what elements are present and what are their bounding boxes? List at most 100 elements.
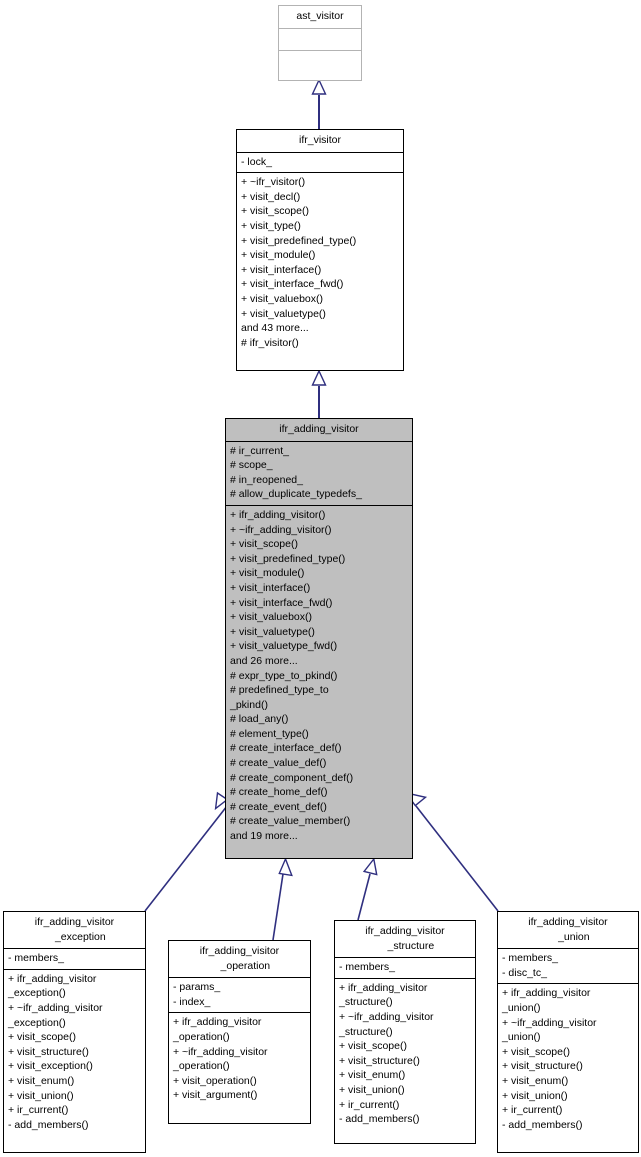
class-node-ifr-adding-visitor-structure[interactable]: ifr_adding_visitor _structure - members_… xyxy=(334,920,476,1144)
class-node-ifr-adding-visitor[interactable]: ifr_adding_visitor # ir_current_ # scope_… xyxy=(225,418,413,859)
class-member: + visit_operation() xyxy=(173,1074,257,1087)
class-node-ifr-adding-visitor-exception[interactable]: ifr_adding_visitor _exception - members_… xyxy=(3,911,146,1153)
class-member: - members_ xyxy=(339,961,396,974)
class-member: # create_home_def() xyxy=(230,786,328,799)
class-name: ifr_adding_visitor _exception xyxy=(34,916,115,943)
class-member: + visit_valuetype() xyxy=(241,307,326,320)
class-member: + visit_exception() xyxy=(8,1060,93,1073)
edge-ifr_adding_visitor_operation-to-ifr_adding_visitor xyxy=(272,857,293,941)
class-member: # create_value_def() xyxy=(230,757,327,770)
class-member: + visit_structure() xyxy=(339,1054,420,1067)
class-node-ifr-adding-visitor-union[interactable]: ifr_adding_visitor _union - members_ - di… xyxy=(497,911,639,1153)
class-operations-ast-visitor xyxy=(279,49,361,72)
class-member: + visit_valuebox() xyxy=(241,292,323,305)
class-member: + visit_union() xyxy=(339,1083,405,1096)
edge-ifr_adding_visitor_structure-to-ifr_adding_visitor xyxy=(357,857,378,921)
class-operations-ifr-adding-visitor-exception: + ifr_adding_visitor _exception() + ~ifr_a… xyxy=(4,968,145,1136)
class-member: + visit_enum() xyxy=(502,1074,569,1087)
class-member: # element_type() xyxy=(230,727,309,740)
class-member: _structure() xyxy=(339,996,393,1009)
edge-ifr_adding_visitor_exception-to-ifr_adding_visitor xyxy=(144,791,229,912)
class-member: + visit_scope() xyxy=(8,1031,76,1044)
class-member: + ~ifr_adding_visitor xyxy=(339,1010,434,1023)
edge-ifr_adding_visitor-to-ifr_visitor xyxy=(311,369,327,418)
class-member: + ifr_adding_visitor xyxy=(339,981,428,994)
class-member: + visit_scope() xyxy=(241,205,309,218)
class-member: + visit_scope() xyxy=(502,1045,570,1058)
class-member: + ~ifr_adding_visitor() xyxy=(230,523,332,536)
class-attributes-ifr-adding-visitor-union: - members_ - disc_tc_ xyxy=(498,948,638,983)
class-name: ifr_adding_visitor _union xyxy=(528,916,608,943)
class-title-ifr-adding-visitor-union: ifr_adding_visitor _union xyxy=(498,912,638,948)
class-member: + ~ifr_adding_visitor xyxy=(173,1045,268,1058)
class-node-ifr-adding-visitor-operation[interactable]: ifr_adding_visitor _operation - params_ -… xyxy=(168,940,311,1124)
class-name: ifr_adding_visitor xyxy=(279,423,359,435)
class-member: _union() xyxy=(502,1031,541,1044)
class-member: # create_value_member() xyxy=(230,815,351,828)
edge-ifr_visitor-to-ast_visitor xyxy=(311,78,327,129)
class-member: and 26 more... xyxy=(230,654,298,667)
class-member: + ifr_adding_visitor xyxy=(8,972,97,985)
class-member: # allow_duplicate_typedefs_ xyxy=(230,488,362,501)
class-member: # create_component_def() xyxy=(230,771,354,784)
class-member: + ir_current() xyxy=(339,1098,400,1111)
class-member: + visit_interface_fwd() xyxy=(241,278,344,291)
class-operations-ifr-adding-visitor-union: + ifr_adding_visitor _union() + ~ifr_addin… xyxy=(498,983,638,1135)
class-member: - add_members() xyxy=(502,1118,583,1131)
class-member: + visit_enum() xyxy=(339,1069,406,1082)
class-member: # expr_type_to_pkind() xyxy=(230,669,338,682)
class-attributes-ifr-adding-visitor: # ir_current_ # scope_ # in_reopened_ # all… xyxy=(226,440,412,505)
class-member: + ifr_adding_visitor() xyxy=(230,508,326,521)
class-operations-ifr-adding-visitor-structure: + ifr_adding_visitor _structure() + ~ifr_a… xyxy=(335,977,475,1130)
class-member: + ir_current() xyxy=(502,1104,563,1117)
class-member: - index_ xyxy=(173,995,211,1008)
class-node-ast-visitor[interactable]: ast_visitor xyxy=(278,5,362,81)
class-member: _exception() xyxy=(8,1016,66,1029)
class-member: and 19 more... xyxy=(230,830,298,843)
class-member: + visit_scope() xyxy=(339,1040,407,1053)
class-attributes-ifr-adding-visitor-operation: - params_ - index_ xyxy=(169,977,310,1012)
class-member: _structure() xyxy=(339,1025,393,1038)
class-member: + ~ifr_visitor() xyxy=(241,176,306,189)
class-member: + visit_enum() xyxy=(8,1074,75,1087)
class-title-ifr-adding-visitor-exception: ifr_adding_visitor _exception xyxy=(4,912,145,948)
class-member: - add_members() xyxy=(8,1118,89,1131)
class-member: + ifr_adding_visitor xyxy=(173,1016,262,1029)
class-member: _exception() xyxy=(8,987,66,1000)
class-member: - params_ xyxy=(173,981,221,994)
class-member: + visit_interface() xyxy=(241,263,322,276)
class-name: ifr_visitor xyxy=(298,134,341,146)
class-member: # load_any() xyxy=(230,713,289,726)
class-title-ifr-adding-visitor-operation: ifr_adding_visitor _operation xyxy=(169,941,310,977)
class-member: + visit_scope() xyxy=(230,538,298,551)
class-operations-ifr-adding-visitor: + ifr_adding_visitor() + ~ifr_adding_visi… xyxy=(226,504,412,847)
class-member: - members_ xyxy=(502,952,559,965)
class-member: - add_members() xyxy=(339,1113,420,1126)
class-member: + visit_structure() xyxy=(8,1045,89,1058)
class-member: _operation() xyxy=(173,1060,230,1073)
class-member: + ~ifr_adding_visitor xyxy=(502,1016,597,1029)
class-member: + visit_valuebox() xyxy=(230,611,312,624)
class-title-ifr-adding-visitor-structure: ifr_adding_visitor _structure xyxy=(335,921,475,957)
class-member: + visit_module() xyxy=(230,567,305,580)
class-member: + visit_union() xyxy=(502,1089,568,1102)
class-member: - members_ xyxy=(8,952,65,965)
class-member: + visit_type() xyxy=(241,219,301,232)
class-member: + visit_union() xyxy=(8,1089,74,1102)
class-member: + ~ifr_adding_visitor xyxy=(8,1001,103,1014)
edge-ifr_adding_visitor_union-to-ifr_adding_visitor xyxy=(404,791,499,912)
class-attributes-ifr-adding-visitor-exception: - members_ xyxy=(4,948,145,969)
class-member: + visit_decl() xyxy=(241,190,301,203)
class-title-ast-visitor: ast_visitor xyxy=(279,6,361,28)
class-name: ifr_adding_visitor _operation xyxy=(199,945,280,972)
class-member: + visit_structure() xyxy=(502,1060,583,1073)
class-node-ifr-visitor[interactable]: ifr_visitor - lock_ + ~ifr_visitor() + vi… xyxy=(236,129,404,371)
class-member: + visit_interface_fwd() xyxy=(230,596,333,609)
class-member: # ifr_visitor() xyxy=(241,336,299,349)
class-title-ifr-adding-visitor: ifr_adding_visitor xyxy=(226,419,412,441)
class-member: _operation() xyxy=(173,1030,230,1043)
class-name: ast_visitor xyxy=(296,10,344,22)
class-member: + visit_module() xyxy=(241,249,316,262)
class-attributes-ast-visitor xyxy=(279,27,361,50)
class-member: + visit_valuetype() xyxy=(230,625,315,638)
